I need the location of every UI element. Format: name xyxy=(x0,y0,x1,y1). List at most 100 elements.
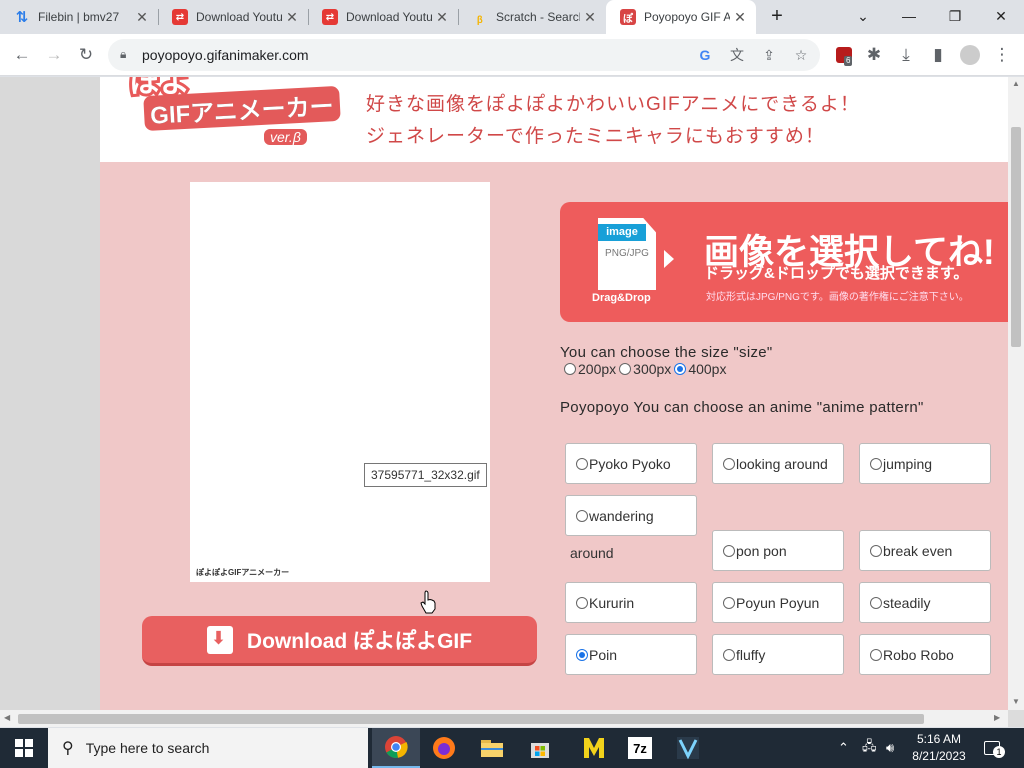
poyopoyo-icon: ぽ xyxy=(620,9,636,25)
scroll-down-arrow-icon[interactable]: ▼ xyxy=(1012,697,1020,706)
size-option-200[interactable]: 200px xyxy=(564,361,616,377)
minimize-button[interactable]: — xyxy=(886,0,932,32)
extension-icon[interactable]: 6 xyxy=(830,41,858,69)
reload-button[interactable]: ↻ xyxy=(72,41,100,69)
restore-button[interactable]: ❐ xyxy=(932,0,978,32)
address-bar[interactable]: 🔒︎ poyopoyo.gifanimaker.com G 文 ⇪ ☆ xyxy=(108,39,820,71)
downloads-icon[interactable]: ⤓ xyxy=(892,41,920,69)
start-button[interactable] xyxy=(0,728,48,768)
radio-button[interactable] xyxy=(870,648,882,661)
pattern-steadily[interactable]: steadily xyxy=(859,582,991,623)
close-icon[interactable]: ✕ xyxy=(580,9,600,26)
size-option-300[interactable]: 300px xyxy=(619,361,671,377)
extensions-puzzle-icon[interactable]: ✱ xyxy=(860,41,888,69)
search-placeholder: Type here to search xyxy=(85,740,210,756)
horizontal-scrollbar[interactable]: ◀ ▶ xyxy=(0,710,1008,727)
gif-preview: ぽよぽよGIFアニメーカー xyxy=(190,182,490,582)
file-explorer-taskbar-icon[interactable] xyxy=(468,728,516,768)
close-icon[interactable]: ✕ xyxy=(132,9,152,26)
close-icon[interactable]: ✕ xyxy=(432,9,452,26)
pattern-wandering[interactable]: wandering xyxy=(565,495,697,536)
scroll-up-arrow-icon[interactable]: ▲ xyxy=(1012,79,1020,88)
download-gif-button[interactable]: Download ぽよぽよGIF xyxy=(142,616,537,666)
pattern-robo-robo[interactable]: Robo Robo xyxy=(859,634,991,675)
show-hidden-icons[interactable]: ⌃ xyxy=(838,728,849,768)
close-window-button[interactable]: ✕ xyxy=(978,0,1024,32)
tab-download-youtube-2[interactable]: ⇄ Download Youtu ✕ xyxy=(308,0,458,34)
clock[interactable]: 5:16 AM 8/21/2023 xyxy=(904,731,974,765)
close-icon[interactable]: ✕ xyxy=(282,9,302,26)
app-m-taskbar-icon[interactable] xyxy=(570,728,618,768)
pattern-poyun-poyun[interactable]: Poyun Poyun xyxy=(712,582,844,623)
bookmark-star-icon[interactable]: ☆ xyxy=(790,44,812,66)
scrollbar-thumb[interactable] xyxy=(1011,127,1021,347)
forward-button[interactable]: → xyxy=(40,41,68,69)
pattern-fluffy[interactable]: fluffy xyxy=(712,634,844,675)
new-tab-button[interactable]: + xyxy=(760,0,794,32)
radio-button[interactable] xyxy=(723,544,735,557)
tab-title: Download Youtu xyxy=(346,10,432,24)
radio-button[interactable] xyxy=(576,596,588,609)
lock-icon[interactable]: 🔒︎ xyxy=(120,47,126,62)
radio-button[interactable] xyxy=(870,457,882,470)
download-button-label: Download ぽよぽよGIF xyxy=(246,629,473,653)
pattern-looking-around[interactable]: looking around xyxy=(712,443,844,484)
scrollbar-thumb[interactable] xyxy=(18,714,924,724)
windows-logo-icon xyxy=(15,739,33,757)
pattern-label-text: Poyun Poyun xyxy=(736,594,820,611)
tab-poyopoyo[interactable]: ぽ Poyopoyo GIF A ✕ xyxy=(606,0,756,34)
tab-search-chevron-icon[interactable]: ⌄ xyxy=(840,0,886,32)
pattern-pon-pon[interactable]: pon pon xyxy=(712,530,844,571)
radio-button-selected[interactable] xyxy=(674,363,687,375)
share-icon[interactable]: ⇪ xyxy=(758,44,780,66)
7zip-taskbar-icon[interactable]: 7z xyxy=(616,728,664,768)
firefox-icon xyxy=(433,737,455,759)
back-button[interactable]: ← xyxy=(8,41,36,69)
pattern-jumping[interactable]: jumping xyxy=(859,443,991,484)
pattern-kururin[interactable]: Kururin xyxy=(565,582,697,623)
profile-avatar[interactable] xyxy=(956,41,984,69)
pattern-poin[interactable]: Poin xyxy=(565,634,697,675)
download-icon xyxy=(206,625,233,654)
vertical-scrollbar[interactable]: ▲ ▼ xyxy=(1008,77,1024,710)
tab-filebin[interactable]: ⇅ Filebin | bmv27 ✕ xyxy=(0,0,158,34)
tab-download-youtube-1[interactable]: ⇄ Download Youtu ✕ xyxy=(158,0,308,34)
radio-button[interactable] xyxy=(723,596,735,609)
image-tag: image xyxy=(598,224,646,241)
folder-icon xyxy=(481,740,503,757)
up-down-arrows-icon: ⇅ xyxy=(15,9,29,26)
notification-center-icon[interactable]: 1 xyxy=(984,728,1005,768)
radio-button[interactable] xyxy=(564,363,576,375)
app-icon xyxy=(677,737,699,760)
radio-button[interactable] xyxy=(870,544,882,557)
scroll-left-arrow-icon[interactable]: ◀ xyxy=(4,713,10,722)
drag-drop-subline: ドラッグ&ドロップでも選択できます。 xyxy=(704,265,969,282)
menu-icon[interactable]: ⋮ xyxy=(988,41,1016,69)
taskbar-search-input[interactable]: ⚲ Type here to search xyxy=(48,728,368,768)
chrome-taskbar-icon[interactable] xyxy=(372,728,420,768)
close-icon[interactable]: ✕ xyxy=(730,9,750,26)
radio-button[interactable] xyxy=(870,596,882,609)
side-panel-icon[interactable]: ▮ xyxy=(924,41,952,69)
pattern-break-even[interactable]: break even xyxy=(859,530,991,571)
volume-icon[interactable]: 🔊︎ xyxy=(886,728,894,768)
radio-button[interactable] xyxy=(723,648,735,661)
tab-scratch-search[interactable]: ᵦ Scratch - Search ✕ xyxy=(458,0,606,34)
firefox-taskbar-icon[interactable] xyxy=(420,728,468,768)
scroll-right-arrow-icon[interactable]: ▶ xyxy=(994,713,1000,722)
radio-button[interactable] xyxy=(576,457,588,470)
size-option-400[interactable]: 400px xyxy=(674,361,726,377)
pattern-pyoko-pyoko[interactable]: Pyoko Pyoko xyxy=(565,443,697,484)
translate-icon[interactable]: 文 xyxy=(726,44,748,66)
store-taskbar-icon[interactable] xyxy=(516,728,564,768)
radio-button[interactable] xyxy=(619,363,632,375)
image-select-dropzone[interactable]: image PNG/JPG Drag&Drop 画像を選択してね! ドラッグ&ド… xyxy=(560,202,1008,322)
app-taskbar-icon[interactable] xyxy=(664,728,712,768)
radio-button-selected[interactable] xyxy=(576,648,588,661)
network-icon[interactable]: 🖧︎ xyxy=(862,728,877,768)
google-icon[interactable]: G xyxy=(694,44,716,66)
tooltip: 37595771_32x32.gif xyxy=(364,463,487,487)
site-logo[interactable]: ぽよ GIFアニメーカー ver.β xyxy=(127,77,341,147)
radio-button[interactable] xyxy=(576,509,588,522)
radio-button[interactable] xyxy=(723,457,735,470)
